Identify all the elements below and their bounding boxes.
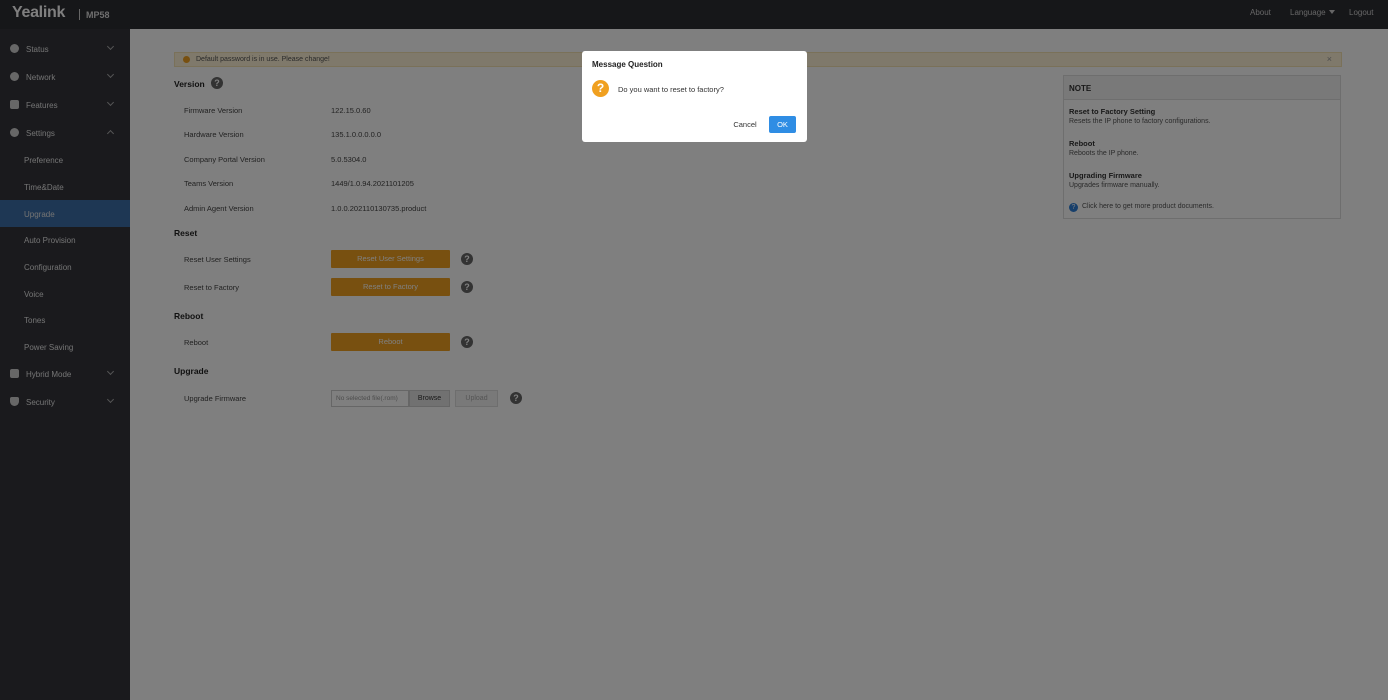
dialog-message: Do you want to reset to factory? bbox=[618, 85, 724, 94]
question-icon: ? bbox=[592, 80, 609, 97]
cancel-button[interactable]: Cancel bbox=[728, 117, 762, 133]
message-question-dialog: Message Question ? Do you want to reset … bbox=[582, 51, 807, 142]
ok-button[interactable]: OK bbox=[769, 116, 796, 133]
dialog-title: Message Question bbox=[592, 60, 663, 69]
